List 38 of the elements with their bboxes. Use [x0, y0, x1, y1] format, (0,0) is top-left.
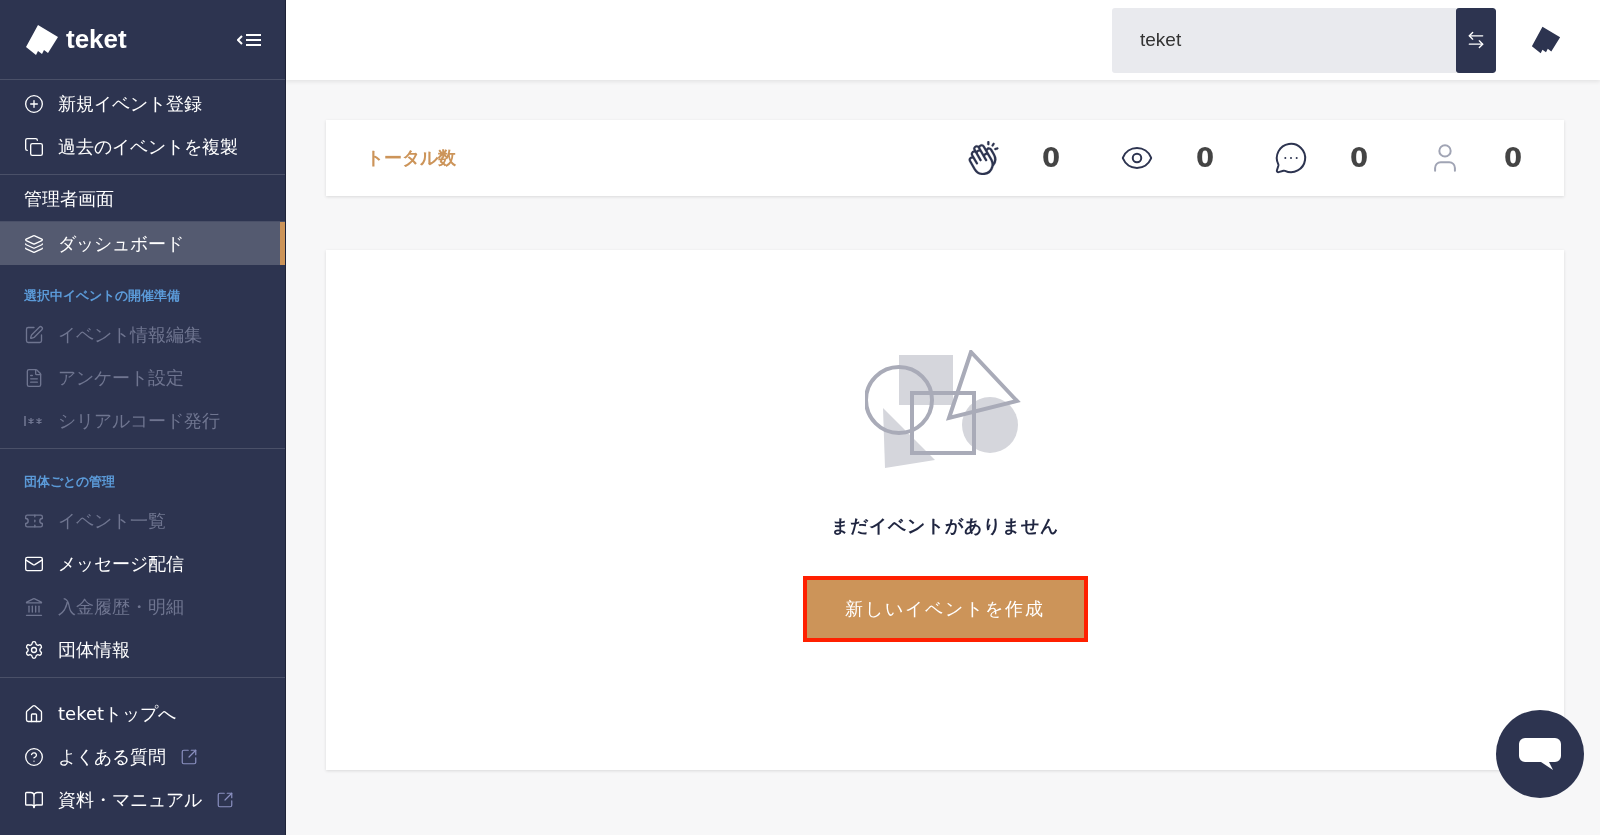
home-icon [24, 703, 44, 724]
collapse-menu-button[interactable] [237, 32, 261, 47]
organization-field[interactable]: teket [1112, 7, 1456, 73]
section-label: 団体ごとの管理 [23, 473, 116, 491]
logo-text: teket [66, 24, 127, 55]
sidebar-item[interactable]: 団体情報 [0, 628, 285, 671]
switch-button[interactable] [1456, 7, 1496, 73]
sidebar-item[interactable]: よくある質問 [0, 735, 285, 778]
swap-arrows-icon [1466, 30, 1486, 50]
plus-circle-icon [24, 93, 44, 114]
stat-value: 0 [1504, 143, 1524, 173]
edit-icon [24, 324, 44, 345]
help-icon [24, 746, 44, 767]
stat-value: 0 [1042, 143, 1062, 173]
section-label: 選択中イベントの開催準備 [23, 287, 181, 305]
book-icon [24, 789, 44, 810]
sidebar-item[interactable]: 過去のイベントを複製 [0, 125, 285, 168]
layers-icon [24, 233, 44, 254]
bank-icon [24, 596, 44, 617]
sidebar-item[interactable]: 資料・マニュアル [0, 778, 285, 821]
totals-label: トータル数 [366, 146, 457, 170]
clapping-hands-icon [966, 141, 1000, 175]
chat-bubble-icon [1517, 736, 1563, 772]
chat-bubble-icon [1274, 141, 1308, 175]
sidebar-item[interactable]: メッセージ配信 [0, 542, 285, 585]
ticket-logo-icon [24, 22, 60, 57]
copy-icon [24, 136, 44, 157]
sidebar-item[interactable]: teketトップへ [0, 692, 285, 735]
sidebar-item[interactable]: 新規イベント登録 [0, 82, 285, 125]
collapse-menu-icon [237, 32, 261, 47]
stat-value: 0 [1196, 143, 1216, 173]
ticket-logo-icon [1530, 25, 1562, 55]
sidebar-item[interactable]: ダッシュボード [0, 222, 285, 265]
asterisk-icon [24, 414, 44, 427]
empty-message: まだイベントがありません [831, 514, 1059, 538]
settings-icon [24, 639, 44, 660]
document-icon [24, 367, 44, 388]
stat-value: 0 [1350, 143, 1370, 173]
